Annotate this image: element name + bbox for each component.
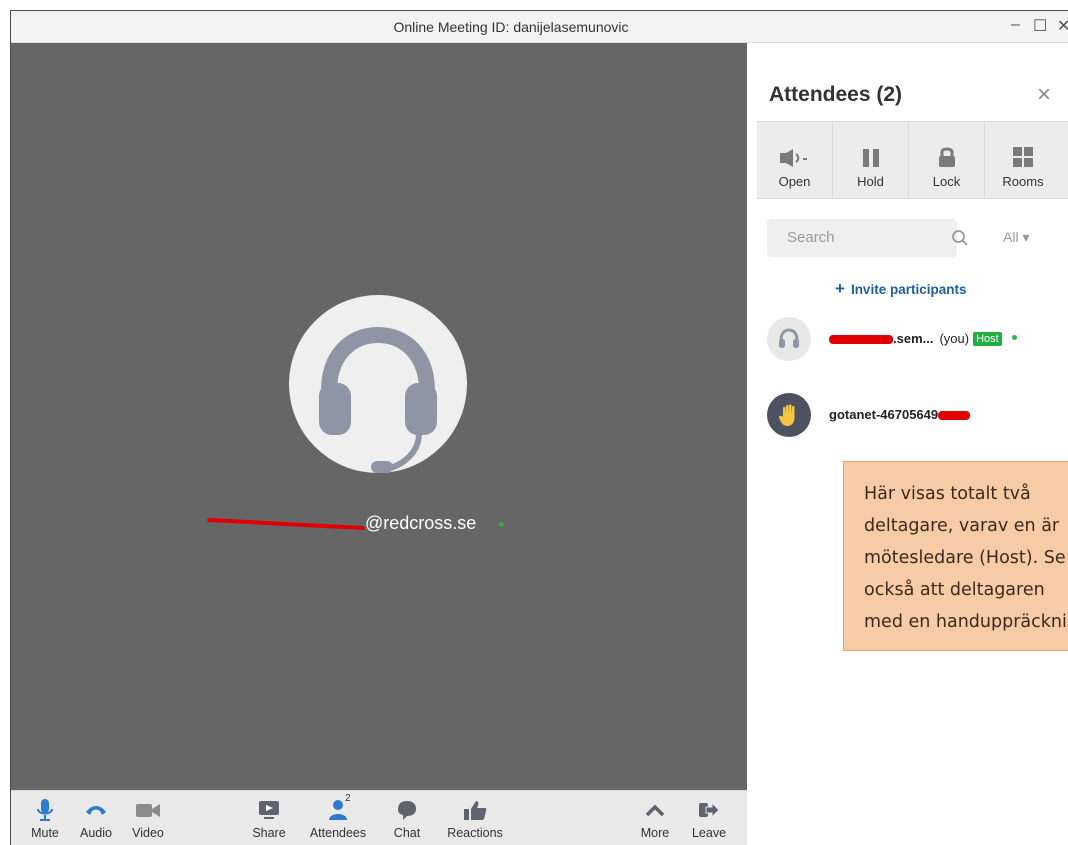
phone-icon: [86, 806, 106, 815]
thumbs-up-icon: [464, 801, 487, 820]
mute-label: Mute: [31, 826, 59, 840]
attendee-name-text: .sem...: [893, 331, 934, 346]
window-title: Online Meeting ID: danijelasemunovic: [393, 19, 629, 35]
reactions-label: Reactions: [447, 826, 503, 840]
video-camera-icon: [136, 804, 160, 817]
filter-dropdown[interactable]: All ▾: [1003, 229, 1029, 246]
redaction-mark: [938, 411, 971, 421]
close-window-button[interactable]: ✕: [1057, 16, 1068, 36]
video-button[interactable]: Video: [123, 797, 173, 840]
attendees-label: Attendees: [309, 826, 367, 840]
video-label: Video: [132, 826, 164, 840]
minimize-button[interactable]: –: [1011, 16, 1020, 34]
chat-button[interactable]: Chat: [389, 797, 425, 840]
share-screen-icon: [259, 801, 279, 819]
leave-label: Leave: [691, 826, 727, 840]
search-icon: [952, 230, 968, 246]
raised-hand-icon: [778, 404, 795, 426]
attendee-name-text: gotanet-46705649: [829, 407, 939, 422]
video-stage: @redcross.se: [11, 43, 747, 790]
email-domain: @redcross.se: [365, 513, 477, 533]
mute-button[interactable]: Mute: [25, 797, 65, 840]
lock-button[interactable]: Lock: [909, 122, 985, 198]
open-label: Open: [778, 174, 811, 189]
callout-line: Här visas totalt två: [864, 484, 1031, 504]
lock-icon: [938, 147, 955, 167]
pause-icon: [862, 149, 879, 167]
headset-icon: [319, 326, 437, 473]
hold-button[interactable]: Hold: [833, 122, 909, 198]
close-panel-button[interactable]: ×: [1037, 81, 1051, 109]
attendee-row[interactable]: .sem... (you) Host: [767, 317, 1067, 365]
attendee-avatar: [767, 393, 811, 437]
attendee-search-input[interactable]: Search: [767, 219, 968, 257]
more-label: More: [640, 826, 670, 840]
chat-label: Chat: [393, 826, 421, 840]
search-placeholder: Search: [787, 229, 835, 246]
you-label: (you): [939, 331, 970, 346]
chat-bubble-icon: [398, 801, 416, 820]
callout-line: mötesledare (Host). Se: [864, 548, 1066, 568]
exit-icon: [699, 801, 720, 819]
redaction-mark: [207, 518, 365, 531]
headset-icon: [779, 328, 799, 348]
audio-label: Audio: [80, 826, 112, 840]
chevron-up-icon: [645, 804, 665, 817]
panel-title: Attendees (2): [769, 83, 903, 106]
online-status-dot: [499, 521, 505, 527]
microphone-icon: [37, 799, 53, 821]
audio-button[interactable]: Audio: [75, 797, 117, 840]
invite-label: Invite participants: [850, 282, 967, 297]
participant-avatar: [289, 295, 467, 473]
leave-button[interactable]: Leave: [689, 797, 729, 840]
invite-participants-link[interactable]: + Invite participants: [835, 279, 966, 299]
meeting-window: Online Meeting ID: danijelasemunovic – ☐…: [10, 10, 1068, 845]
attendee-actions-bar: Open Hold Lock Rooms: [757, 121, 1068, 199]
reactions-button[interactable]: Reactions: [439, 797, 511, 840]
meeting-toolbar: Mute Audio Video Share 2 Attendees Chat: [11, 790, 747, 845]
attendees-button[interactable]: 2 Attendees: [303, 793, 373, 840]
callout-line: deltagare, varav en är: [864, 516, 1060, 536]
rooms-button[interactable]: Rooms: [985, 122, 1061, 198]
attendee-avatar: [767, 317, 811, 361]
attendee-name: .sem... (you) Host: [829, 331, 1018, 346]
maximize-button[interactable]: ☐: [1033, 16, 1047, 36]
annotation-callout: Här visas totalt två deltagare, varav en…: [843, 461, 1068, 651]
plus-icon: +: [835, 279, 845, 298]
attendees-panel: Attendees (2) × Open Hold Lock Rooms Sea…: [747, 43, 1068, 845]
participant-email: @redcross.se: [207, 513, 505, 534]
lock-label: Lock: [932, 174, 961, 189]
hold-label: Hold: [857, 174, 884, 189]
callout-line: med en handuppräckning: [864, 612, 1068, 632]
rooms-label: Rooms: [1002, 174, 1044, 189]
more-button[interactable]: More: [637, 797, 673, 840]
callout-text: Här visas totalt två deltagare, varav en…: [864, 478, 1068, 638]
share-label: Share: [252, 826, 286, 840]
rooms-grid-icon: [1013, 147, 1033, 167]
callout-line: också att deltagaren: [864, 580, 1045, 600]
speaker-icon: [779, 149, 807, 167]
share-button[interactable]: Share: [247, 797, 291, 840]
open-button[interactable]: Open: [757, 122, 833, 198]
host-badge: Host: [973, 332, 1002, 346]
redaction-mark: [829, 335, 893, 345]
attendees-count-badge: 2: [345, 793, 351, 804]
attendee-row[interactable]: gotanet-46705649: [767, 393, 1067, 441]
online-status-dot: [1012, 335, 1018, 340]
title-bar: Online Meeting ID: danijelasemunovic – ☐…: [11, 11, 1068, 43]
attendee-name: gotanet-46705649: [829, 407, 971, 422]
